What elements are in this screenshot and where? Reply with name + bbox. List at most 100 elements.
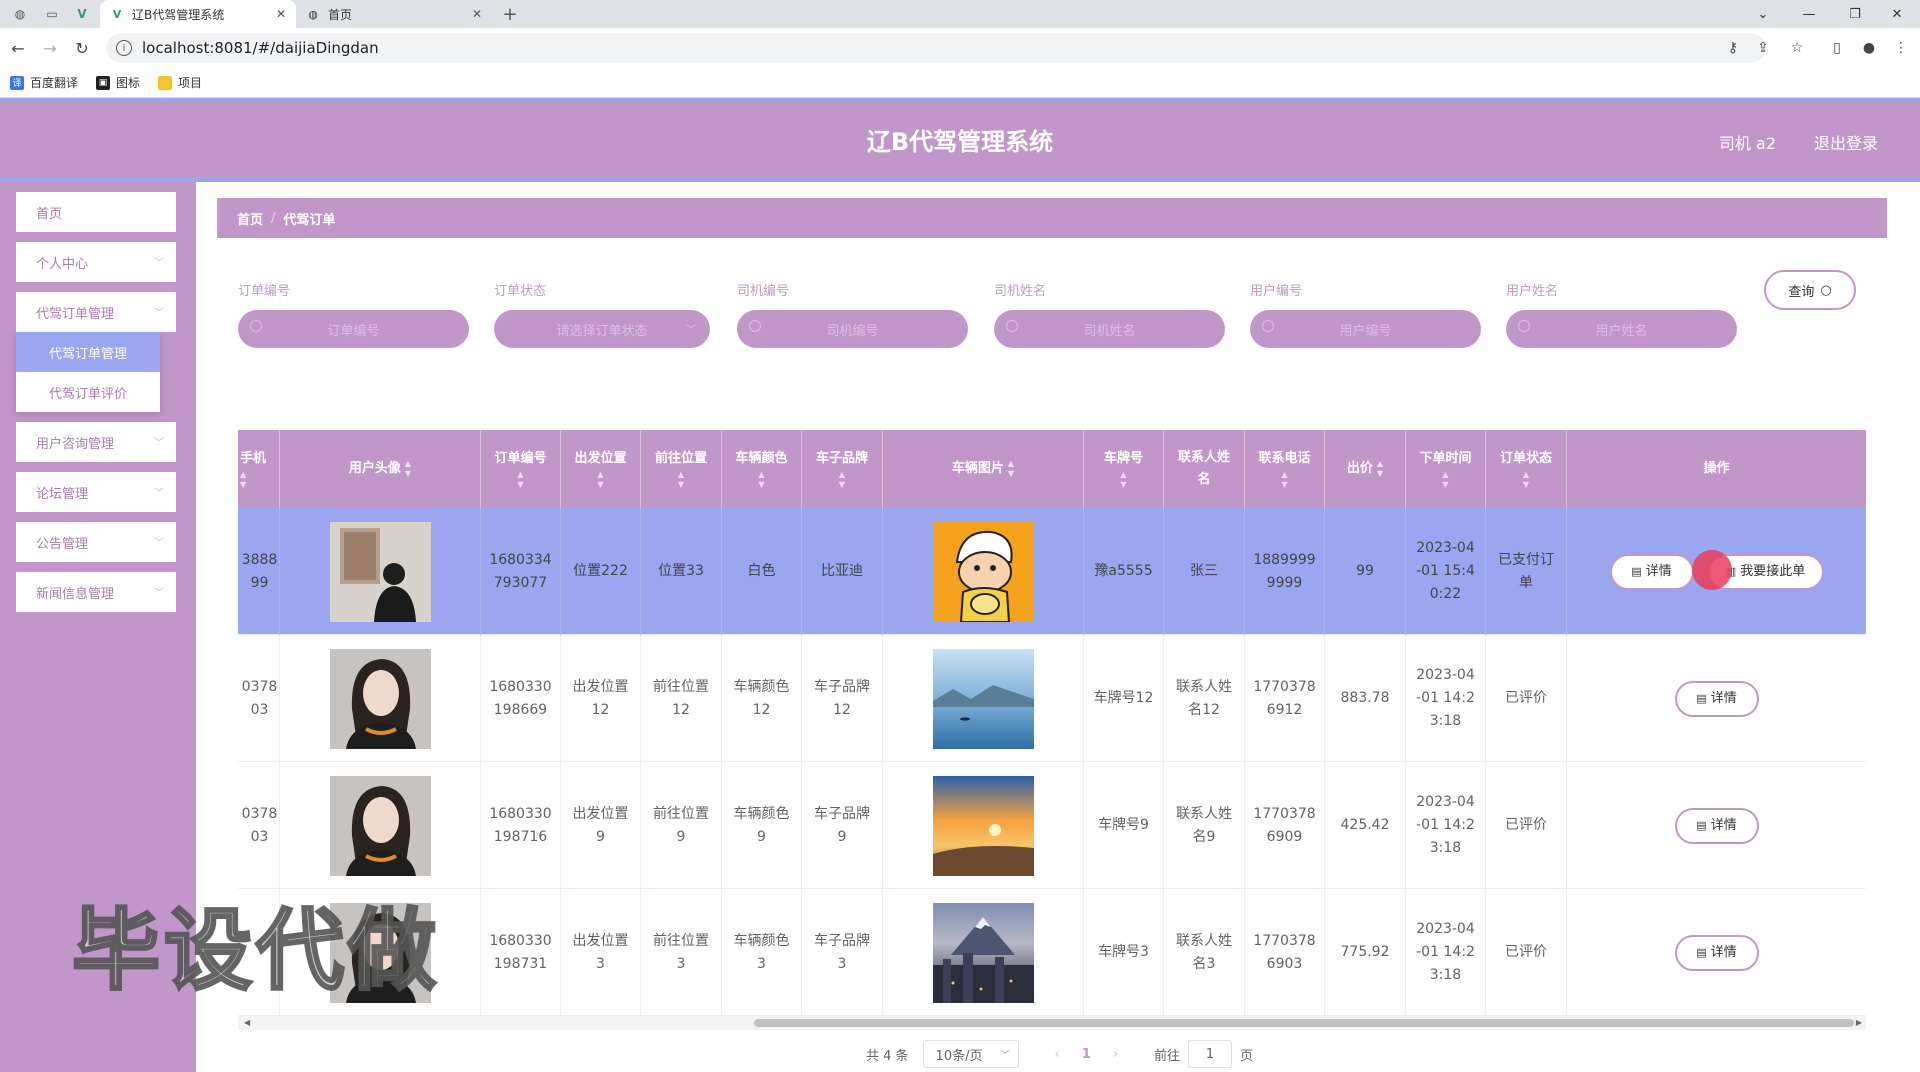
search-input-user-name[interactable]: 用户姓名: [1506, 310, 1737, 348]
system-title: 辽B代驾管理系统: [866, 128, 1054, 156]
sidebar-item-news[interactable]: 新闻信息管理 ﹀: [16, 572, 176, 612]
breadcrumb-home[interactable]: 首页: [237, 209, 263, 228]
column-header-plate[interactable]: 车牌号 ▲ ▼: [1084, 430, 1164, 508]
column-header-price[interactable]: 出价 ▲ ▼: [1325, 430, 1406, 508]
search-input-driver-name[interactable]: 司机姓名: [994, 310, 1225, 348]
sort-icon[interactable]: ▲ ▼: [758, 470, 764, 490]
column-header-phone[interactable]: 手机 ▲ ▼: [238, 430, 280, 508]
sort-icon[interactable]: ▲ ▼: [517, 470, 523, 490]
cell-dest: 前往位置 9: [641, 762, 722, 889]
restore-icon[interactable]: ❐: [1832, 0, 1878, 28]
cell-car-photo: [883, 635, 1084, 762]
cell-price: 425.42: [1325, 762, 1406, 889]
blank-tab-icon[interactable]: ▭: [42, 4, 62, 24]
submenu-item-order-review[interactable]: 代驾订单评价: [16, 372, 160, 412]
sidebar-item-profile[interactable]: 个人中心 ﹀: [16, 242, 176, 282]
prev-page-icon[interactable]: ‹: [1055, 1047, 1060, 1062]
sidebar-item-label: 代驾订单管理: [36, 306, 115, 322]
sort-icon[interactable]: ▲ ▼: [1377, 459, 1383, 479]
chevron-down-icon: ﹀: [154, 588, 164, 599]
order-status-select[interactable]: 请选择订单状态 ﹀: [494, 310, 710, 348]
table-row: 3888 99 1680334 793077 位置222 位置33 白色 比亚迪: [238, 508, 1866, 635]
column-header-order-time[interactable]: 下单时间 ▲ ▼: [1406, 430, 1486, 508]
sort-icon[interactable]: ▲ ▼: [1008, 459, 1014, 479]
globe-favicon-icon: ◍: [308, 7, 318, 21]
column-header-status[interactable]: 订单状态 ▲ ▼: [1486, 430, 1567, 508]
side-panel-icon[interactable]: ▯: [1826, 37, 1848, 59]
back-arrow-icon[interactable]: ←: [6, 36, 30, 60]
sort-icon[interactable]: ▲ ▼: [597, 470, 603, 490]
sort-icon[interactable]: ▲ ▼: [839, 470, 845, 490]
column-header-car-color[interactable]: 车辆颜色 ▲ ▼: [722, 430, 802, 508]
goto-page-input[interactable]: 1: [1188, 1040, 1233, 1068]
detail-button[interactable]: ▤ 详情: [1609, 553, 1694, 590]
scroll-right-arrow-icon[interactable]: ▶: [1856, 1016, 1862, 1030]
sort-icon[interactable]: ▲ ▼: [1523, 470, 1529, 490]
search-input-order-no[interactable]: 订单编号: [238, 310, 469, 348]
column-header-car-photo[interactable]: 车辆图片 ▲ ▼: [883, 430, 1084, 508]
search-input-user-no[interactable]: 用户编号: [1250, 310, 1481, 348]
cell-plate: 车牌号12: [1084, 635, 1164, 762]
sidebar-item-forum[interactable]: 论坛管理 ﹀: [16, 472, 176, 512]
share-icon[interactable]: ⇪: [1752, 37, 1774, 59]
bookmark-item[interactable]: ▣ 图标: [96, 74, 140, 91]
detail-button[interactable]: ▤ 详情: [1674, 680, 1759, 717]
sidebar-item-consult[interactable]: 用户咨询管理 ﹀: [16, 422, 176, 462]
scrollbar-thumb[interactable]: [754, 1019, 1854, 1027]
sidebar-item-notice[interactable]: 公告管理 ﹀: [16, 522, 176, 562]
sort-icon[interactable]: ▲ ▼: [1442, 470, 1448, 490]
page-number-current[interactable]: 1: [1082, 1047, 1091, 1062]
bookmark-item[interactable]: 项目: [158, 74, 202, 91]
submenu-item-order-manage[interactable]: 代驾订单管理: [16, 332, 160, 372]
user-avatar-image: [329, 648, 431, 749]
column-header-dest[interactable]: 前往位置 ▲ ▼: [641, 430, 722, 508]
search-icon: [1262, 320, 1274, 332]
column-header-car-brand[interactable]: 车子品牌 ▲ ▼: [802, 430, 883, 508]
new-tab-icon[interactable]: +: [500, 4, 520, 25]
minimize-icon[interactable]: —: [1786, 0, 1832, 28]
current-user: 司机 a2: [1718, 134, 1776, 153]
close-tab-icon[interactable]: ✕: [276, 7, 286, 21]
close-tab-icon[interactable]: ✕: [472, 7, 482, 21]
column-header-avatar[interactable]: 用户头像 ▲ ▼: [280, 430, 481, 508]
globe-icon[interactable]: ◍: [10, 4, 30, 24]
sort-icon[interactable]: ▲ ▼: [405, 459, 411, 479]
column-header-contact-phone[interactable]: 联系电话 ▲ ▼: [1245, 430, 1325, 508]
column-header-order-no[interactable]: 订单编号 ▲ ▼: [481, 430, 561, 508]
info-icon[interactable]: i: [116, 40, 132, 56]
sort-icon[interactable]: ▲ ▼: [678, 470, 684, 490]
table-horizontal-scrollbar[interactable]: ◀ ▶: [238, 1016, 1866, 1030]
car-photo-cartoon-image: [932, 521, 1034, 622]
sort-icon[interactable]: ▲ ▼: [1281, 470, 1287, 490]
detail-button[interactable]: ▤ 详情: [1674, 934, 1759, 971]
close-window-icon[interactable]: ✕: [1874, 0, 1920, 28]
tab-search-chevron-icon[interactable]: ⌄: [1740, 0, 1786, 28]
search-input-driver-no[interactable]: 司机编号: [737, 310, 968, 348]
key-icon[interactable]: ⚷: [1722, 37, 1744, 59]
query-button[interactable]: 查询 ○: [1764, 270, 1856, 310]
sort-icon[interactable]: ▲ ▼: [1120, 470, 1126, 490]
sidebar-item-home[interactable]: 首页: [16, 192, 176, 232]
bookmark-item[interactable]: 译 百度翻译: [10, 74, 78, 91]
tab-home[interactable]: ◍ 首页 ✕: [296, 0, 492, 28]
sort-icon[interactable]: ▲ ▼: [240, 470, 246, 490]
sidebar-item-orders[interactable]: 代驾订单管理 ﹀: [16, 292, 176, 332]
tab-admin-system[interactable]: V 辽B代驾管理系统 ✕: [100, 0, 296, 28]
logout-link[interactable]: 退出登录: [1814, 130, 1878, 154]
column-header-start[interactable]: 出发位置 ▲ ▼: [561, 430, 641, 508]
bookmark-star-icon[interactable]: ☆: [1786, 37, 1808, 59]
url-field[interactable]: i localhost:8081/#/daijiaDingdan: [106, 33, 1766, 63]
page-size-select[interactable]: 10条/页 ﹀: [922, 1040, 1019, 1068]
vue-icon[interactable]: V: [72, 4, 92, 24]
cell-car-color: 白色: [722, 508, 802, 635]
search-label-user-no: 用户编号: [1250, 284, 1303, 299]
kebab-menu-icon[interactable]: ⋮: [1890, 37, 1912, 59]
column-header-contact-name[interactable]: 联系人姓名: [1164, 430, 1245, 508]
sidebar-item-label: 个人中心: [36, 256, 89, 272]
scroll-left-arrow-icon[interactable]: ◀: [244, 1016, 250, 1030]
next-page-icon[interactable]: ›: [1113, 1047, 1118, 1062]
profile-avatar-icon[interactable]: ●: [1858, 37, 1880, 59]
forward-arrow-icon[interactable]: →: [38, 36, 62, 60]
reload-icon[interactable]: ↻: [70, 36, 94, 60]
detail-button[interactable]: ▤ 详情: [1674, 807, 1759, 844]
